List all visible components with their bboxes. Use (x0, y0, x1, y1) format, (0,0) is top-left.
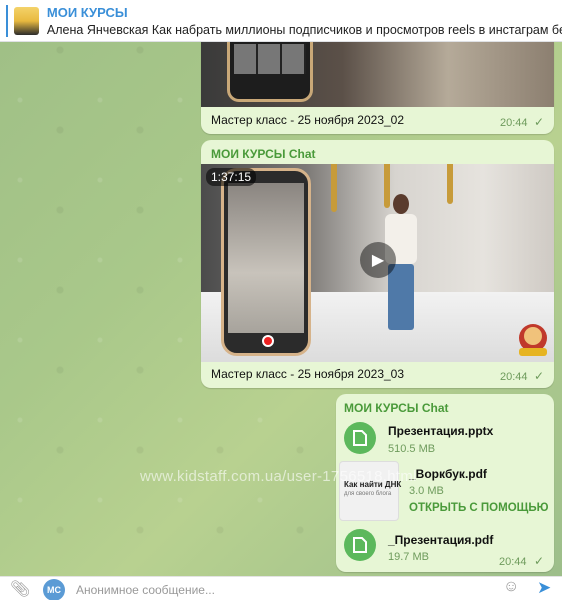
emoji-icon[interactable]: ☺ (503, 578, 519, 596)
message-video-1[interactable]: Мастер класс - 25 ноября 2023_02 20:44 ✓ (201, 34, 554, 134)
file-size: 510.5 MB (388, 443, 436, 455)
pinned-accent-bar (6, 4, 8, 37)
pinned-message[interactable]: МОИ КУРСЫ Алена Янчевская Как набрать ми… (0, 0, 562, 42)
read-check-icon: ✓ (534, 115, 545, 129)
thumbnail-subtitle: для своего блога (344, 491, 392, 497)
send-icon[interactable]: ➤ (537, 578, 551, 598)
lamp-image (331, 164, 337, 212)
document-icon[interactable] (344, 422, 376, 454)
file-name: Презентация.pptx (388, 424, 494, 438)
pinned-thumbnail (13, 6, 39, 35)
pinned-title: МОИ КУРСЫ (46, 4, 128, 20)
message-time: 20:44 (500, 371, 528, 383)
read-check-icon: ✓ (534, 554, 545, 568)
pinned-subtitle: Алена Янчевская Как набрать миллионы под… (46, 22, 562, 37)
sticker-icon (519, 324, 547, 356)
message-time: 20:44 (500, 117, 528, 129)
message-video-2[interactable]: МОИ КУРСЫ Chat 1:37:15 ▶ Мастер класс - … (201, 140, 554, 388)
message-time: 20:44 (499, 556, 527, 568)
read-check-icon: ✓ (534, 369, 545, 383)
message-input[interactable]: Анонимное сообщение... (76, 583, 215, 597)
file-name: _Воркбук.pdf (409, 467, 487, 481)
video-duration: 1:37:15 (206, 168, 257, 186)
watermark: www.kidstaff.com.ua/user-1756518.html (140, 468, 417, 485)
play-icon[interactable]: ▶ (360, 242, 396, 278)
avatar[interactable]: МС (43, 579, 65, 600)
lamp-image (447, 164, 453, 204)
sender-name[interactable]: МОИ КУРСЫ Chat (211, 147, 316, 161)
open-with-button[interactable]: ОТКРЫТЬ С ПОМОЩЬЮ (409, 502, 548, 514)
message-input-bar: 📎︎ МС Анонимное сообщение... ☺ ➤ (0, 576, 562, 600)
attach-icon[interactable]: 📎︎ (10, 579, 30, 599)
file-size: 19.7 MB (388, 551, 429, 563)
record-icon (262, 335, 274, 347)
file-name: _Презентация.pdf (388, 533, 494, 547)
video-caption: Мастер класс - 25 ноября 2023_02 (211, 113, 405, 127)
video-thumbnail[interactable] (201, 34, 554, 107)
video-caption: Мастер класс - 25 ноября 2023_03 (211, 367, 405, 381)
file-size: 3.0 MB (409, 485, 444, 497)
document-icon[interactable] (344, 529, 376, 561)
phone-image (227, 34, 313, 102)
phone-image (221, 168, 311, 356)
sender-name[interactable]: МОИ КУРСЫ Chat (344, 401, 449, 415)
